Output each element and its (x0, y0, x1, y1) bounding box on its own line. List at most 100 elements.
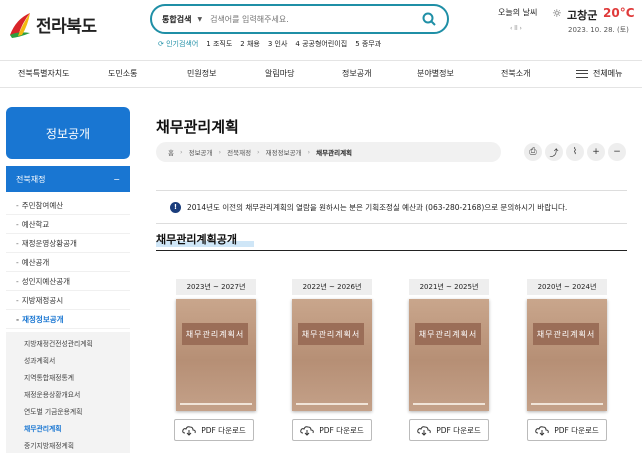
submenu-item[interactable]: 재정운용상황개요서 (6, 385, 130, 402)
submenu-item[interactable]: 지방재정건전성관리계획 (6, 334, 130, 351)
weather-temperature: 20°C (603, 6, 635, 20)
gnb-item[interactable]: 전북특별자치도 (18, 68, 70, 79)
breadcrumb-current: 채무관리계획 (316, 149, 353, 157)
plan-period: 2020년 ~ 2024년 (527, 279, 607, 295)
cover-stripe (531, 403, 603, 405)
weather-controls[interactable]: ‹ ll › (510, 25, 522, 32)
search-input[interactable] (210, 14, 421, 24)
submenu-item[interactable]: 지역통합재정통계 (6, 368, 130, 385)
plan-cover-title: 채무관리계획서 (298, 323, 364, 345)
page-tools: ⎙ ⤴ ⌇ + − (524, 143, 626, 161)
weather-date: 2023. 10. 28. (토) (568, 26, 629, 34)
plan-cover-image[interactable]: 채무관리계획서 (292, 299, 372, 411)
cloud-download-icon (182, 425, 196, 436)
global-nav: 전북특별자치도 도민소통 민원정보 알림마당 정보공개 분야별정보 전북소개 전… (0, 60, 642, 88)
search-scope-select[interactable]: 통합검색 (162, 14, 191, 25)
sidebar-section-label: 전북재정 (16, 174, 46, 184)
gnb-item[interactable]: 정보공개 (342, 68, 371, 79)
sidebar-section-header[interactable]: 전북재정 − (6, 166, 130, 192)
weather-label: 오늘의 날씨 (498, 8, 538, 17)
plan-period: 2023년 ~ 2027년 (176, 279, 256, 295)
plan-period: 2021년 ~ 2025년 (409, 279, 489, 295)
gnb-item[interactable]: 알림마당 (265, 68, 294, 79)
info-icon: ! (170, 201, 181, 213)
sun-icon: ☼ (552, 7, 562, 20)
sidebar-item[interactable]: - 주민참여예산 (6, 196, 130, 215)
submenu-item[interactable]: 중기지방재정계획 (6, 436, 130, 453)
submenu-item-active[interactable]: 채무관리계획 (6, 419, 130, 436)
submenu-item[interactable]: 연도별 기금운용계획 (6, 402, 130, 419)
print-icon[interactable]: ⎙ (524, 143, 542, 161)
sidebar-title: 정보공개 (6, 107, 130, 159)
plan-period: 2022년 ~ 2026년 (292, 279, 372, 295)
notice-box: ! 2014년도 이전의 채무관리계획의 열람을 원하시는 분은 기획조정실 예… (156, 190, 627, 224)
section-divider (156, 250, 627, 251)
plan-card: 2022년 ~ 2026년 채무관리계획서 (292, 279, 372, 411)
popular-keyword[interactable]: 2 채용 (240, 39, 260, 49)
plan-card: 2023년 ~ 2027년 채무관리계획서 (176, 279, 256, 411)
plan-card: 2021년 ~ 2025년 채무관리계획서 (409, 279, 489, 411)
hamburger-icon (576, 69, 588, 78)
gnb-item[interactable]: 도민소통 (108, 68, 137, 79)
popular-keywords-label: ⟳ 인기검색어 (158, 40, 199, 48)
pdf-download-button[interactable]: PDF 다운로드 (292, 419, 372, 441)
cover-stripe (180, 403, 252, 405)
pdf-download-button[interactable]: PDF 다운로드 (409, 419, 489, 441)
breadcrumb-item[interactable]: 홈 (168, 147, 174, 157)
pdf-download-label: PDF 다운로드 (201, 425, 246, 435)
popular-keyword[interactable]: 1 조직도 (206, 39, 232, 49)
chevron-down-icon[interactable]: ▼ (197, 16, 202, 23)
sidebar-item[interactable]: - 예산공개 (6, 253, 130, 272)
site-logo[interactable]: 전라북도 (8, 8, 108, 40)
pdf-download-label: PDF 다운로드 (554, 425, 599, 435)
share-icon[interactable]: ⤴ (545, 143, 563, 161)
section-title: 채무관리계획공개 (156, 233, 237, 246)
cover-stripe (296, 403, 368, 405)
cloud-download-icon (417, 425, 431, 436)
popular-keyword[interactable]: 3 인사 (268, 39, 288, 49)
attach-icon[interactable]: ⌇ (566, 143, 584, 161)
pdf-download-button[interactable]: PDF 다운로드 (174, 419, 254, 441)
pdf-download-label: PDF 다운로드 (319, 425, 364, 435)
popular-keyword[interactable]: 4 공공형어린이집 (295, 39, 347, 49)
plan-cover-image[interactable]: 채무관리계획서 (527, 299, 607, 411)
logo-mark-icon (10, 13, 30, 38)
plan-cover-image[interactable]: 채무관리계획서 (409, 299, 489, 411)
search-bar: 통합검색 ▼ (150, 4, 449, 34)
pdf-download-button[interactable]: PDF 다운로드 (527, 419, 607, 441)
collapse-icon[interactable]: − (113, 175, 120, 184)
breadcrumb-item[interactable]: 전북재정 (227, 147, 251, 157)
plan-cover-image[interactable]: 채무관리계획서 (176, 299, 256, 411)
logo-text: 전라북도 (36, 16, 97, 37)
all-menu-button[interactable]: 전체메뉴 (576, 68, 622, 79)
plan-card: 2020년 ~ 2024년 채무관리계획서 (527, 279, 607, 411)
breadcrumb-item[interactable]: 정보공개 (189, 147, 213, 157)
refresh-icon: ⟳ (158, 40, 167, 48)
sidebar-item[interactable]: - 성인지예산공개 (6, 272, 130, 291)
sidebar-item-active[interactable]: - 재정정보공개 (6, 310, 130, 329)
sidebar-item[interactable]: - 지방재정공시 (6, 291, 130, 310)
pdf-download-label: PDF 다운로드 (436, 425, 481, 435)
plan-cover-title: 채무관리계획서 (533, 323, 599, 345)
cover-stripe (413, 403, 485, 405)
notice-text: 2014년도 이전의 채무관리계획의 열람을 원하시는 분은 기획조정실 예산과… (187, 202, 568, 212)
breadcrumb-item[interactable]: 재정정보공개 (266, 147, 302, 157)
sidebar-item[interactable]: - 예산학교 (6, 215, 130, 234)
gnb-item[interactable]: 분야별정보 (417, 68, 454, 79)
sidebar-submenu: 지방재정건전성관리계획 성과계획서 지역통합재정통계 재정운용상황개요서 연도별… (6, 332, 130, 453)
breadcrumb: 홈 › 정보공개 › 전북재정 › 재정정보공개 › 채무관리계획 (156, 142, 501, 162)
weather-widget: 오늘의 날씨 ‹ ll › ☼ 고창군 20°C 2023. 10. 28. (… (490, 4, 638, 40)
cloud-download-icon (535, 425, 549, 436)
page-title: 채무관리계획 (156, 118, 239, 136)
weather-location: 고창군 (567, 9, 598, 22)
zoom-in-icon[interactable]: + (587, 143, 605, 161)
zoom-out-icon[interactable]: − (608, 143, 626, 161)
gnb-item[interactable]: 전북소개 (501, 68, 530, 79)
gnb-item[interactable]: 민원정보 (187, 68, 216, 79)
sidebar-item[interactable]: - 재정운영상황공개 (6, 234, 130, 253)
submenu-item[interactable]: 성과계획서 (6, 351, 130, 368)
search-icon[interactable] (421, 11, 437, 27)
plan-cover-title: 채무관리계획서 (415, 323, 481, 345)
plan-cover-title: 채무관리계획서 (182, 323, 248, 345)
popular-keyword[interactable]: 5 종무과 (355, 39, 381, 49)
